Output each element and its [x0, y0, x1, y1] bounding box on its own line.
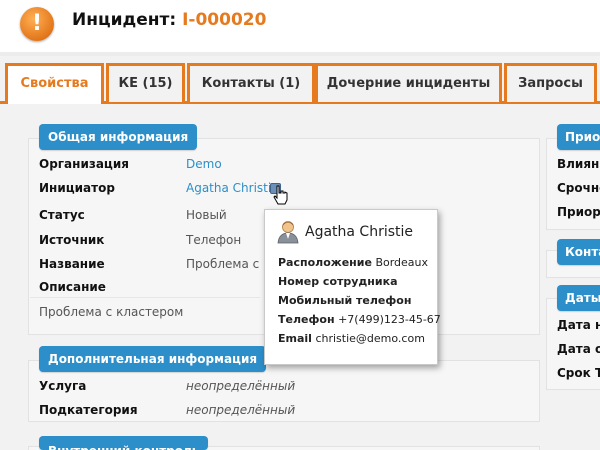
service-value: неопределённый — [186, 379, 296, 393]
subcategory-value: неопределённый — [186, 403, 296, 417]
popup-phone-value: +7(499)123-45-67 — [338, 313, 441, 326]
page-title-prefix: Инцидент: — [72, 10, 177, 30]
name-label: Название — [39, 257, 105, 271]
contacts-section-button[interactable]: Конта — [557, 239, 600, 265]
organization-label: Организация — [39, 157, 129, 171]
popup-email-row: Email christie@demo.com — [278, 332, 425, 345]
contact-popup: Agatha Christie Расположение Bordeaux Но… — [264, 209, 441, 365]
initiator-value[interactable]: Agatha Christie — [186, 181, 279, 195]
tab-contacts[interactable]: Контакты (1) — [187, 63, 315, 102]
popup-employee-number-row: Номер сотрудника — [278, 275, 398, 288]
urgency-label: Срочно — [557, 181, 600, 195]
incident-ref: I-000020 — [182, 10, 267, 30]
popup-phone-row: Телефон +7(499)123-45-67 — [278, 313, 441, 326]
priority-label: Приори — [557, 205, 600, 219]
alert-icon: ! — [20, 7, 54, 41]
status-label: Статус — [39, 208, 85, 222]
term-label: Срок Т — [557, 366, 600, 380]
popup-employee-number-label: Номер сотрудника — [278, 275, 398, 288]
dates-section-button[interactable]: Даты — [557, 285, 600, 311]
popup-mobile-row: Мобильный телефон — [278, 294, 411, 307]
source-value: Телефон — [186, 233, 242, 247]
organization-value[interactable]: Demo — [186, 157, 222, 171]
popup-contact-name: Agatha Christie — [305, 224, 414, 240]
page-title: Инцидент: I-000020 — [72, 10, 266, 30]
priority-section-button[interactable]: Приор — [557, 124, 600, 150]
source-label: Источник — [39, 233, 105, 247]
initiator-label: Инициатор — [39, 181, 115, 195]
person-icon — [277, 221, 299, 244]
popup-location-row: Расположение Bordeaux — [278, 256, 428, 269]
description-value: Проблема с кластером — [39, 305, 184, 319]
additional-info-section-button[interactable]: Дополнительная информация — [39, 346, 267, 372]
date-2-label: Дата об — [557, 342, 600, 356]
popup-email-label: Email — [278, 332, 312, 345]
alert-icon-glyph: ! — [31, 11, 43, 36]
popup-location-label: Расположение — [278, 256, 372, 269]
description-label: Описание — [39, 280, 106, 294]
service-label: Услуга — [39, 379, 87, 393]
tab-requests[interactable]: Запросы — [504, 63, 597, 102]
date-1-label: Дата н — [557, 318, 600, 332]
general-info-section-button[interactable]: Общая информация — [39, 124, 198, 150]
internal-control-section-button[interactable]: Внутренний контроль — [39, 436, 209, 450]
tab-configuration-items[interactable]: КЕ (15) — [106, 63, 185, 102]
hand-cursor-icon — [273, 185, 288, 205]
status-value: Новый — [186, 208, 227, 222]
description-divider — [30, 297, 260, 298]
page-header: ! Инцидент: I-000020 — [0, 0, 600, 52]
popup-mobile-label: Мобильный телефон — [278, 294, 412, 307]
popup-phone-label: Телефон — [278, 313, 335, 326]
subcategory-label: Подкатегория — [39, 403, 138, 417]
popup-location-value: Bordeaux — [375, 256, 429, 269]
tab-properties[interactable]: Свойства — [5, 63, 104, 104]
popup-email-value[interactable]: christie@demo.com — [315, 332, 424, 345]
tab-child-incidents[interactable]: Дочерние инциденты — [315, 63, 502, 102]
impact-label: Влияни — [557, 157, 600, 171]
